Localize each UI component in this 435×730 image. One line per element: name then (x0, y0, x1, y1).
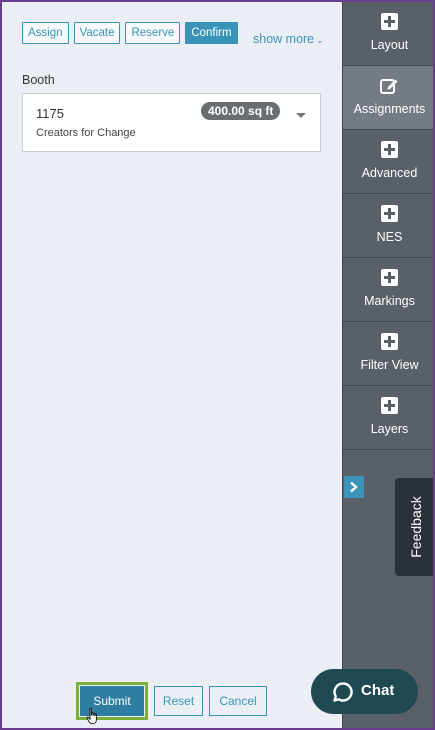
assign-button[interactable]: Assign (22, 22, 69, 44)
plus-square-icon (381, 269, 398, 286)
app-frame: Assign Vacate Reserve Confirm show more ⌄… (0, 0, 435, 730)
sidebar-item-label: Layout (370, 38, 409, 52)
dropdown-caret-icon (296, 113, 306, 118)
sidebar-item-layers[interactable]: Layers (343, 386, 433, 450)
feedback-label: Feedback (408, 496, 424, 558)
plus-square-icon (381, 141, 398, 158)
booth-exhibitor-name: Creators for Change (36, 127, 136, 139)
sidebar-item-layout[interactable]: Layout (343, 2, 433, 66)
chat-button[interactable]: Chat (311, 669, 418, 714)
chevron-right-icon (350, 481, 358, 493)
feedback-tab[interactable]: Feedback (395, 478, 433, 576)
sidebar-item-label: Assignments (353, 102, 426, 116)
chat-bubble-icon (333, 682, 353, 702)
assignment-panel: Assign Vacate Reserve Confirm show more ⌄… (2, 2, 342, 728)
sidebar-item-filter-view[interactable]: Filter View (343, 322, 433, 386)
chevron-down-icon: ⌄ (316, 35, 324, 45)
sidebar-item-label: NES (376, 230, 403, 244)
plus-square-icon (381, 205, 398, 222)
right-sidebar: Layout Assignments Advanced NES Markings… (342, 2, 433, 728)
sidebar-item-nes[interactable]: NES (343, 194, 433, 258)
edit-icon (380, 79, 398, 94)
booth-number: 1175 (36, 106, 64, 121)
cancel-button[interactable]: Cancel (209, 686, 267, 716)
booth-size-badge: 400.00 sq ft (201, 102, 281, 120)
sidebar-item-label: Layers (370, 422, 409, 436)
sidebar-item-label: Advanced (361, 166, 418, 180)
sidebar-item-label: Markings (364, 294, 415, 308)
sidebar-item-advanced[interactable]: Advanced (343, 130, 433, 194)
booth-field-label: Booth (22, 73, 55, 87)
hand-cursor-icon (86, 707, 97, 725)
show-more-label: show more (253, 32, 315, 46)
chat-label: Chat (361, 682, 395, 699)
expand-panel-button[interactable] (344, 476, 364, 498)
reset-button[interactable]: Reset (154, 686, 203, 716)
sidebar-item-assignments[interactable]: Assignments (343, 66, 433, 130)
confirm-button[interactable]: Confirm (185, 22, 238, 44)
reserve-button[interactable]: Reserve (125, 22, 181, 44)
plus-square-icon (381, 333, 398, 350)
sidebar-item-markings[interactable]: Markings (343, 258, 433, 322)
sidebar-item-label: Filter View (360, 358, 419, 372)
show-more-link[interactable]: show more ⌄ (253, 32, 324, 46)
vacate-button[interactable]: Vacate (73, 22, 121, 44)
form-buttons: Submit Reset Cancel (76, 682, 267, 720)
plus-square-icon (381, 397, 398, 414)
plus-square-icon (381, 13, 398, 30)
action-buttons: Assign Vacate Reserve Confirm (22, 22, 238, 44)
booth-select[interactable]: 1175 400.00 sq ft Creators for Change (22, 93, 321, 152)
